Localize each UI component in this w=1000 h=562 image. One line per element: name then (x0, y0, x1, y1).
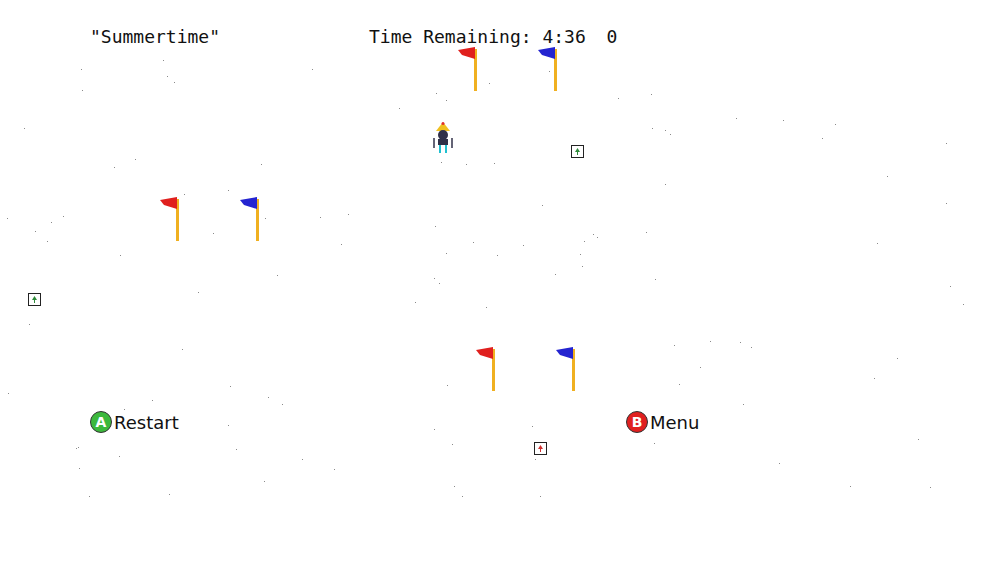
flag-icon (556, 347, 575, 391)
score: 0 (607, 26, 618, 47)
flag-icon (240, 197, 259, 241)
button[interactable]: A Restart (90, 411, 179, 433)
button[interactable]: B Menu (626, 411, 699, 433)
button-key: B (626, 411, 648, 433)
flag-icon (538, 47, 557, 91)
button-key: A (90, 411, 112, 433)
gate (458, 47, 558, 93)
flag-icon (476, 347, 495, 391)
time-value: 4:36 (542, 26, 585, 47)
pickup-icon (571, 145, 584, 158)
skier-icon (430, 122, 456, 154)
gate (160, 197, 260, 243)
flag-icon (458, 47, 477, 91)
gate (476, 347, 576, 393)
course-title: "Summertime" (90, 26, 220, 47)
button-label: Menu (650, 412, 699, 433)
pickup-icon (534, 442, 547, 455)
flag-icon (160, 197, 179, 241)
snow-dots (0, 0, 1000, 562)
timer-label: Time Remaining: (369, 26, 532, 47)
pickup-icon (28, 293, 41, 306)
button-label: Restart (114, 412, 179, 433)
ski-slope: "Summertime" Time Remaining: 4:36 0 A Re… (0, 0, 1000, 562)
timer: Time Remaining: 4:36 0 (369, 26, 617, 47)
